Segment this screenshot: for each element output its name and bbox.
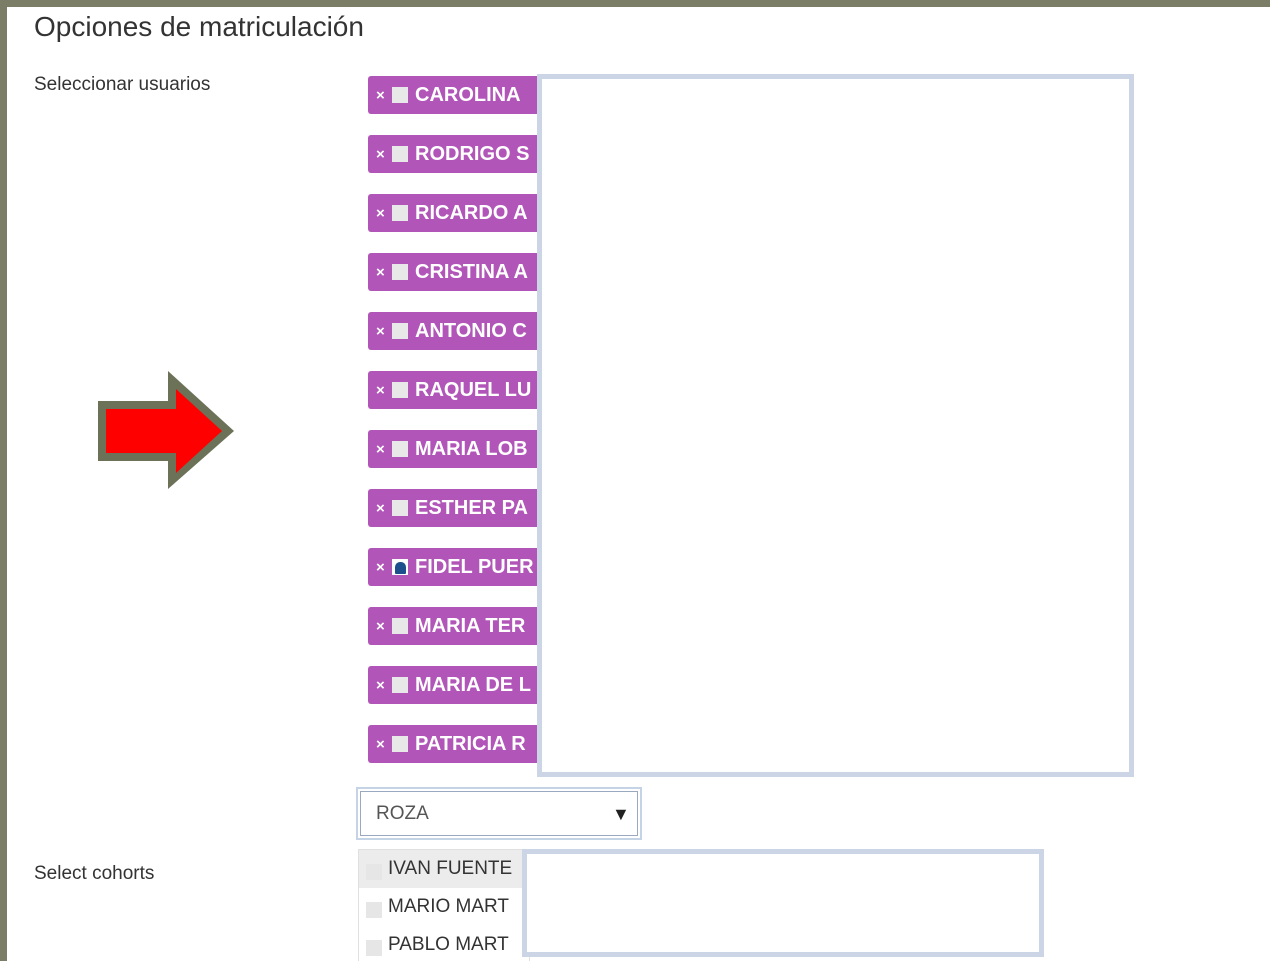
user-picture-icon [366,864,382,880]
user-picture-icon [392,323,408,339]
selected-user-chip[interactable]: × CRISTINA A [368,253,548,291]
suggestions-list: IVAN FUENTE MARIO MART PABLO MART [358,849,530,961]
selected-user-name: RICARDO A [415,201,528,224]
page-title: Opciones de matriculación [34,11,364,42]
selected-user-chip[interactable]: × MARIA TER [368,607,548,645]
select-cohorts-label: Select cohorts [34,863,155,884]
remove-icon[interactable]: × [376,677,392,694]
suggestion-label: IVAN FUENTE [388,858,513,879]
redaction-box [522,849,1044,957]
selected-user-chip[interactable]: × ESTHER PA [368,489,548,527]
user-search-dropdown[interactable]: ROZA ▼ [356,787,642,840]
remove-icon[interactable]: × [376,500,392,517]
user-picture-icon [366,940,382,956]
selected-user-name: ANTONIO C [415,319,527,342]
remove-icon[interactable]: × [376,441,392,458]
remove-icon[interactable]: × [376,323,392,340]
user-picture-icon [392,441,408,457]
user-picture-icon [392,146,408,162]
red-arrow-annotation [98,371,234,489]
selected-user-name: RODRIGO S [415,142,530,165]
selected-user-chip[interactable]: × ANTONIO C [368,312,548,350]
enrolment-panel: Opciones de matriculación Seleccionar us… [7,7,1270,961]
selected-user-chip[interactable]: × RICARDO A [368,194,548,232]
user-photo-icon [392,559,408,575]
user-picture-icon [392,736,408,752]
user-picture-icon [392,87,408,103]
search-input[interactable]: ROZA [376,803,429,825]
user-picture-icon [392,264,408,280]
selected-user-name: PATRICIA R [415,732,526,755]
selected-user-name: RAQUEL LU [415,378,532,401]
selected-user-name: MARIA LOB [415,437,528,460]
suggestion-label: MARIO MART [388,896,510,917]
remove-icon[interactable]: × [376,205,392,222]
chevron-down-icon[interactable]: ▼ [612,804,630,825]
selected-user-chip[interactable]: × FIDEL PUER [368,548,548,586]
user-picture-icon [392,618,408,634]
selected-user-chip[interactable]: × PATRICIA R [368,725,548,763]
selected-user-name: FIDEL PUER [415,555,534,578]
remove-icon[interactable]: × [376,264,392,281]
remove-icon[interactable]: × [376,618,392,635]
selected-user-name: MARIA TER [415,614,526,637]
user-picture-icon [392,205,408,221]
redaction-box [537,74,1134,777]
suggestion-label: PABLO MART [388,934,509,955]
suggestion-item[interactable]: PABLO MART [359,926,529,961]
suggestion-item[interactable]: IVAN FUENTE [359,850,529,888]
remove-icon[interactable]: × [376,146,392,163]
selected-user-chip[interactable]: × RODRIGO S [368,135,548,173]
selected-user-chip[interactable]: × RAQUEL LU [368,371,548,409]
suggestion-item[interactable]: MARIO MART [359,888,529,926]
remove-icon[interactable]: × [376,87,392,104]
select-users-label: Seleccionar usuarios [34,74,211,95]
selected-user-name: CAROLINA [415,83,521,106]
selected-user-chip[interactable]: × MARIA DE L [368,666,548,704]
selected-user-name: MARIA DE L [415,673,531,696]
user-picture-icon [366,902,382,918]
remove-icon[interactable]: × [376,382,392,399]
remove-icon[interactable]: × [376,559,392,576]
user-picture-icon [392,677,408,693]
user-picture-icon [392,500,408,516]
user-picture-icon [392,382,408,398]
selected-user-name: CRISTINA A [415,260,528,283]
selected-user-name: ESTHER PA [415,496,528,519]
selected-user-chip[interactable]: × MARIA LOB [368,430,548,468]
selected-user-chip[interactable]: × CAROLINA [368,76,548,114]
remove-icon[interactable]: × [376,736,392,753]
